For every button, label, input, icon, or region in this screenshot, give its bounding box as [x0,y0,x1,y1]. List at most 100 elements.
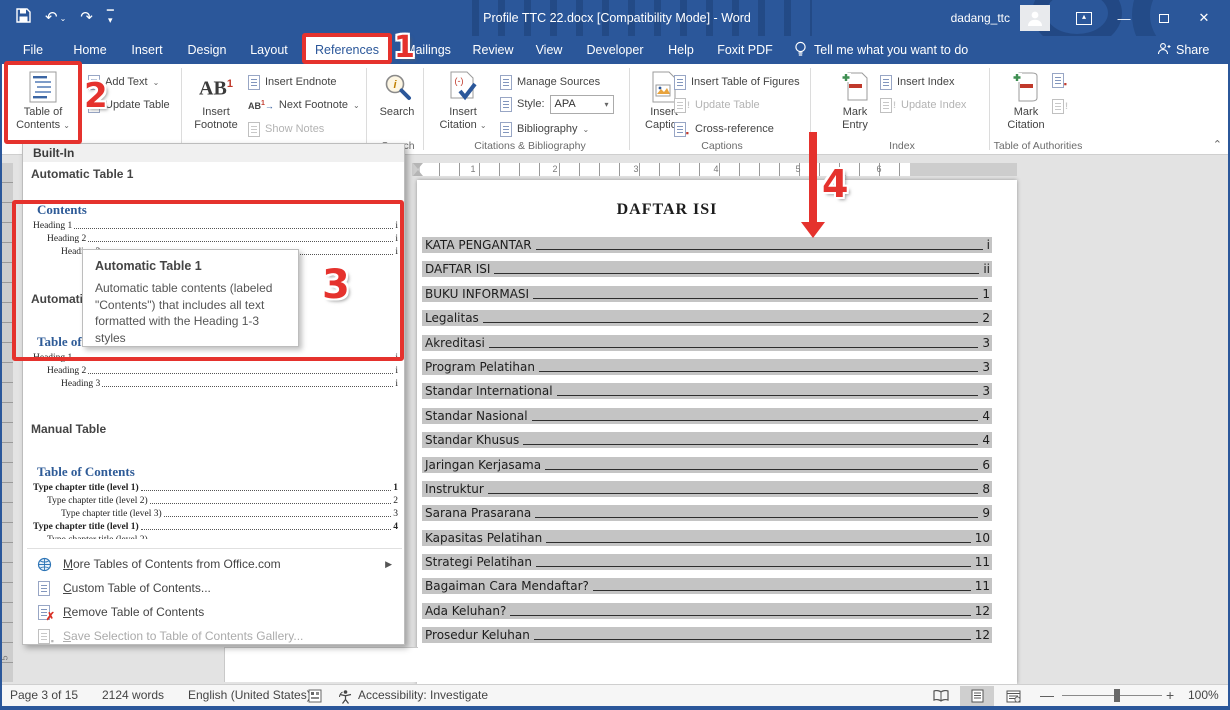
custom-toc-icon [38,581,50,596]
word-count[interactable]: 2124 words [102,685,164,707]
toc-row[interactable]: Program Pelatihan3 [422,359,992,375]
tell-me-box[interactable]: Tell me what you want to do [794,36,968,64]
zoom-in-button[interactable]: + [1166,685,1174,707]
table-of-contents-field[interactable]: KATA PENGANTARi DAFTAR ISIii BUKU INFORM… [422,237,992,643]
ribbon-display-options-button[interactable]: ▴ [1064,0,1104,36]
word-window: ↶⌄ ↷ ▔▾ Profile TTC 22.docx [Compatibili… [0,0,1230,710]
bibliography-icon [500,122,512,137]
annotation-step-3: 3 [322,262,350,308]
next-footnote-button[interactable]: AB1→ Next Footnote⌄ [248,95,360,115]
read-mode-button[interactable] [924,686,958,706]
toc-row[interactable]: Sarana Prasarana9 [422,505,992,521]
style-select[interactable]: APA ▾ [550,95,614,114]
tab-insert[interactable]: Insert [124,36,170,64]
chevron-down-icon: ⌄ [153,78,160,87]
accessibility-status[interactable]: Accessibility: Investigate [358,685,488,707]
menu-item-custom-table-of-contents[interactable]: Custom Table of Contents... [23,576,406,600]
menu-item-save-selection-to-gallery: ▪ Save Selection to Table of Contents Ga… [23,624,406,648]
language-indicator[interactable]: English (United States) [188,685,311,707]
annotation-box-toc-button [4,61,82,144]
share-button[interactable]: Share [1157,36,1209,64]
submenu-arrow-icon: ▶ [385,559,392,570]
tab-home[interactable]: Home [66,36,114,64]
tell-me-label: Tell me what you want to do [814,43,968,57]
mark-citation-button[interactable]: Mark Citation [998,68,1054,150]
toc-row[interactable]: Legalitas2 [422,310,992,326]
tab-design[interactable]: Design [182,36,232,64]
dropdown-builtin-header: Built-In [23,144,404,162]
first-line-indent-marker[interactable] [413,163,423,169]
index-group-label: Index [852,140,952,152]
insert-citation-button[interactable]: (-) Insert Citation ⌄ [434,68,492,150]
tab-view[interactable]: View [528,36,570,64]
tab-review[interactable]: Review [468,36,518,64]
toc-row[interactable]: Kapasitas Pelatihan10 [422,530,992,546]
minimize-button[interactable]: — [1104,0,1144,36]
toc-row[interactable]: Standar International3 [422,383,992,399]
toc-row[interactable]: Strategi Pelatihan11 [422,554,992,570]
manage-sources-button[interactable]: Manage Sources [500,72,600,92]
tab-file[interactable]: File [12,36,54,64]
hanging-indent-marker[interactable] [413,170,423,176]
bibliography-button[interactable]: Bibliography⌄ [500,119,589,139]
insert-index-icon [880,75,892,90]
toc-row[interactable]: Standar Nasional4 [422,408,992,424]
zoom-slider-track[interactable] [1062,695,1162,696]
cross-reference-button[interactable]: ▪ Cross-reference [674,119,774,139]
update-index-icon: ! [880,98,892,113]
share-label: Share [1176,43,1209,57]
title-bar: ↶⌄ ↷ ▔▾ Profile TTC 22.docx [Compatibili… [2,0,1230,36]
annotation-box-references-tab [302,33,392,64]
web-layout-button[interactable] [996,686,1030,706]
lightbulb-icon [794,41,807,60]
toc-row[interactable]: Jaringan Kerjasama6 [422,457,992,473]
zoom-out-button[interactable]: — [1040,685,1054,707]
collapse-ribbon-button[interactable]: ⌃ [1213,138,1222,151]
insert-citation-icon: (-) [448,68,478,106]
tab-layout[interactable]: Layout [244,36,294,64]
page-indicator[interactable]: Page 3 of 15 [10,685,78,707]
toc-row[interactable]: Instruktur8 [422,481,992,497]
user-name[interactable]: dadang_ttc [951,11,1010,25]
insert-endnote-icon [248,75,260,90]
style-value: APA [555,98,576,110]
search-button[interactable]: i Search [374,68,420,150]
insert-table-of-authorities-button[interactable]: ▪ [1052,70,1064,90]
blank-strip [224,647,418,682]
toc-row[interactable]: Akreditasi3 [422,335,992,351]
annotation-step-1: 1 [394,30,415,65]
print-layout-button[interactable] [960,686,994,706]
document-title[interactable]: DAFTAR ISI [557,201,777,219]
horizontal-ruler[interactable]: 1 2 3 4 5 6 [412,163,1017,176]
mark-entry-button[interactable]: Mark Entry [830,68,880,150]
next-footnote-icon: AB1→ [248,100,274,111]
mark-entry-icon [840,68,870,106]
menu-item-remove-table-of-contents[interactable]: ✗ Remove Table of Contents [23,600,406,624]
maximize-button[interactable] [1144,0,1184,36]
insert-index-button[interactable]: Insert Index [880,72,954,92]
citations-group-label: Citations & Bibliography [432,140,628,152]
style-picker: Style: APA ▾ [500,94,614,114]
toc-row[interactable]: Ada Keluhan?12 [422,603,992,619]
tab-help[interactable]: Help [660,36,702,64]
toc-row[interactable]: Prosedur Keluhan12 [422,627,992,643]
toc-row[interactable]: KATA PENGANTARi [422,237,992,253]
toc-row[interactable]: BUKU INFORMASI1 [422,286,992,302]
avatar[interactable] [1020,5,1050,31]
ribbon-tab-row: File Home Insert Design Layout Reference… [2,36,1230,64]
toc-row[interactable]: DAFTAR ISIii [422,261,992,277]
toc-row[interactable]: Standar Khusus4 [422,432,992,448]
insert-table-of-authorities-icon: ▪ [1052,73,1064,88]
close-button[interactable]: ✕ [1184,0,1224,36]
toc-row[interactable]: Bagaiman Cara Mendaftar?11 [422,578,992,594]
menu-item-more-tables-from-office[interactable]: More Tables of Contents from Office.com … [23,552,406,576]
tab-foxit-pdf[interactable]: Foxit PDF [712,36,778,64]
vertical-ruler-number: 5 [0,655,10,660]
zoom-level[interactable]: 100% [1188,685,1219,707]
insert-table-of-figures-button[interactable]: Insert Table of Figures [674,72,800,92]
tab-developer[interactable]: Developer [582,36,648,64]
gallery-item-manual-table[interactable]: Table of Contents Type chapter title (le… [31,464,398,539]
zoom-slider-thumb[interactable] [1114,689,1120,702]
insert-endnote-button[interactable]: Insert Endnote [248,72,337,92]
insert-footnote-button[interactable]: AB1 Insert Footnote [190,68,242,150]
